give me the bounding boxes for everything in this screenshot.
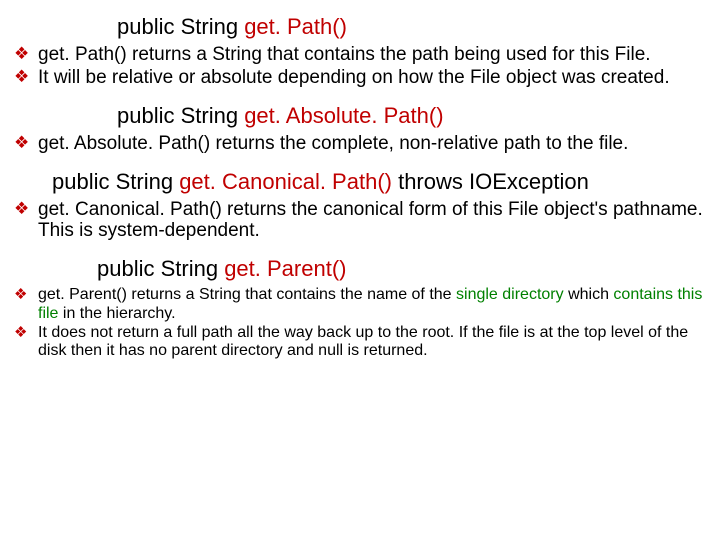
bullet-item: get. Path() returns a String that contai… xyxy=(12,44,708,66)
heading-prefix: public String xyxy=(52,169,179,194)
heading-prefix: public String xyxy=(117,14,244,39)
heading-method: get. Canonical. Path() xyxy=(179,169,392,194)
bullet-item: get. Absolute. Path() returns the comple… xyxy=(12,133,708,155)
heading-method: get. Absolute. Path() xyxy=(244,103,443,128)
heading-method: get. Parent() xyxy=(224,256,346,281)
bullet-item: get. Parent() returns a String that cont… xyxy=(12,286,708,323)
section-heading-0: public String get. Path() xyxy=(117,14,708,40)
bullet-item: It will be relative or absolute dependin… xyxy=(12,67,708,89)
heading-method: get. Path() xyxy=(244,14,347,39)
heading-prefix: public String xyxy=(117,103,244,128)
bullet-list-2: get. Canonical. Path() returns the canon… xyxy=(12,199,708,243)
section-heading-2: public String get. Canonical. Path() thr… xyxy=(52,169,708,195)
bullet-list-0: get. Path() returns a String that contai… xyxy=(12,44,708,89)
heading-suffix: throws IOException xyxy=(392,169,589,194)
heading-prefix: public String xyxy=(97,256,224,281)
section-heading-1: public String get. Absolute. Path() xyxy=(117,103,708,129)
slide-content: public String get. Path() get. Path() ret… xyxy=(12,14,708,361)
section-heading-3: public String get. Parent() xyxy=(97,256,708,282)
bullet-item: It does not return a full path all the w… xyxy=(12,324,708,361)
bullet-list-3: get. Parent() returns a String that cont… xyxy=(12,286,708,361)
bullet-list-1: get. Absolute. Path() returns the comple… xyxy=(12,133,708,155)
bullet-item: get. Canonical. Path() returns the canon… xyxy=(12,199,708,243)
